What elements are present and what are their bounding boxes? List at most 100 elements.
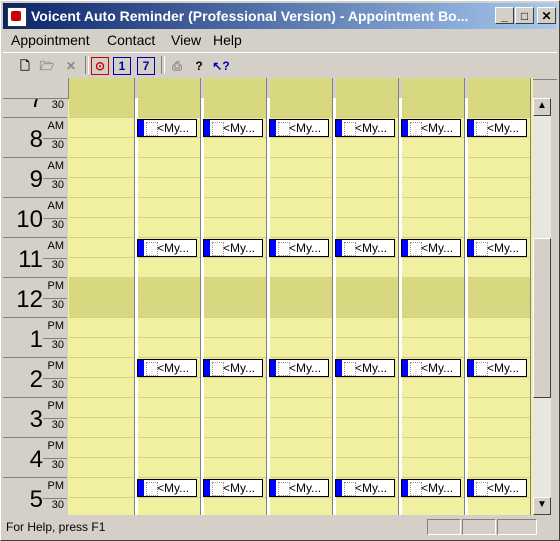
- time-slot[interactable]: [138, 338, 200, 358]
- time-slot[interactable]: [402, 178, 464, 198]
- time-slot[interactable]: [468, 438, 530, 458]
- appointment[interactable]: <My...: [203, 239, 263, 257]
- maximize-button[interactable]: □: [515, 7, 534, 24]
- time-slot[interactable]: [402, 498, 464, 515]
- time-slot[interactable]: [204, 178, 266, 198]
- time-slot[interactable]: [204, 318, 266, 338]
- appointment[interactable]: <My...: [335, 479, 395, 497]
- appointment[interactable]: <My...: [269, 479, 329, 497]
- menu-view[interactable]: View: [171, 32, 201, 48]
- time-slot[interactable]: [138, 418, 200, 438]
- appointment[interactable]: <My...: [269, 239, 329, 257]
- appointment[interactable]: <My...: [203, 359, 263, 377]
- time-slot[interactable]: [402, 198, 464, 218]
- time-slot[interactable]: [69, 98, 134, 118]
- time-slot[interactable]: [336, 98, 398, 118]
- time-slot[interactable]: [69, 258, 134, 278]
- time-slot[interactable]: [336, 398, 398, 418]
- time-slot[interactable]: [336, 218, 398, 238]
- help-icon[interactable]: ?: [189, 56, 209, 76]
- time-slot[interactable]: [270, 178, 332, 198]
- time-slot[interactable]: [270, 338, 332, 358]
- time-slot[interactable]: [468, 198, 530, 218]
- time-slot[interactable]: [69, 158, 134, 178]
- time-slot[interactable]: [336, 78, 398, 98]
- menu-help[interactable]: Help: [213, 32, 242, 48]
- time-slot[interactable]: [69, 298, 134, 318]
- time-slot[interactable]: [138, 198, 200, 218]
- menu-appointment[interactable]: Appointment: [11, 32, 90, 48]
- time-slot[interactable]: [69, 478, 134, 498]
- time-slot[interactable]: [336, 138, 398, 158]
- new-document-icon[interactable]: 🗋: [15, 56, 35, 76]
- time-slot[interactable]: [69, 418, 134, 438]
- time-slot[interactable]: [402, 278, 464, 298]
- time-slot[interactable]: [138, 318, 200, 338]
- time-slot[interactable]: [69, 138, 134, 158]
- time-slot[interactable]: [336, 258, 398, 278]
- time-slot[interactable]: [69, 178, 134, 198]
- context-help-icon[interactable]: ↖?: [211, 56, 231, 76]
- time-slot[interactable]: [204, 338, 266, 358]
- time-slot[interactable]: [270, 438, 332, 458]
- time-slot[interactable]: [69, 358, 134, 378]
- time-slot[interactable]: [270, 138, 332, 158]
- time-slot[interactable]: [69, 378, 134, 398]
- time-slot[interactable]: [69, 438, 134, 458]
- appointment[interactable]: <My...: [467, 479, 527, 497]
- time-slot[interactable]: [402, 298, 464, 318]
- time-slot[interactable]: [204, 298, 266, 318]
- appointment[interactable]: <My...: [335, 239, 395, 257]
- time-slot[interactable]: [138, 178, 200, 198]
- time-slot[interactable]: [468, 398, 530, 418]
- time-slot[interactable]: [69, 218, 134, 238]
- scroll-up-button[interactable]: ▲: [533, 98, 551, 116]
- time-slot[interactable]: [270, 398, 332, 418]
- time-slot[interactable]: [270, 218, 332, 238]
- time-slot[interactable]: [402, 78, 464, 98]
- time-slot[interactable]: [336, 338, 398, 358]
- time-slot[interactable]: [69, 338, 134, 358]
- time-slot[interactable]: [468, 338, 530, 358]
- time-slot[interactable]: [138, 438, 200, 458]
- time-slot[interactable]: [270, 458, 332, 478]
- time-slot[interactable]: [402, 218, 464, 238]
- appointment[interactable]: <My...: [467, 359, 527, 377]
- time-slot[interactable]: [270, 158, 332, 178]
- time-slot[interactable]: [402, 138, 464, 158]
- time-slot[interactable]: [69, 318, 134, 338]
- time-slot[interactable]: [270, 378, 332, 398]
- time-slot[interactable]: [270, 318, 332, 338]
- appointment[interactable]: <My...: [137, 479, 197, 497]
- time-slot[interactable]: [69, 458, 134, 478]
- time-slot[interactable]: [204, 498, 266, 515]
- time-slot[interactable]: [270, 258, 332, 278]
- appointment[interactable]: <My...: [269, 119, 329, 137]
- time-slot[interactable]: [336, 458, 398, 478]
- time-slot[interactable]: [336, 418, 398, 438]
- minimize-button[interactable]: _: [495, 7, 514, 24]
- time-slot[interactable]: [204, 458, 266, 478]
- time-slot[interactable]: [468, 158, 530, 178]
- time-slot[interactable]: [468, 298, 530, 318]
- time-slot[interactable]: [468, 138, 530, 158]
- time-slot[interactable]: [468, 258, 530, 278]
- time-slot[interactable]: [204, 398, 266, 418]
- time-slot[interactable]: [402, 418, 464, 438]
- close-button[interactable]: ✕: [537, 7, 556, 24]
- time-slot[interactable]: [402, 458, 464, 478]
- time-slot[interactable]: [204, 218, 266, 238]
- time-slot[interactable]: [204, 418, 266, 438]
- time-slot[interactable]: [336, 378, 398, 398]
- time-slot[interactable]: [336, 298, 398, 318]
- time-slot[interactable]: [402, 258, 464, 278]
- time-slot[interactable]: [336, 498, 398, 515]
- time-slot[interactable]: [468, 78, 530, 98]
- time-slot[interactable]: [204, 138, 266, 158]
- time-slot[interactable]: [138, 378, 200, 398]
- time-slot[interactable]: [138, 278, 200, 298]
- time-slot[interactable]: [204, 378, 266, 398]
- time-slot[interactable]: [336, 438, 398, 458]
- time-slot[interactable]: [204, 98, 266, 118]
- time-slot[interactable]: [402, 338, 464, 358]
